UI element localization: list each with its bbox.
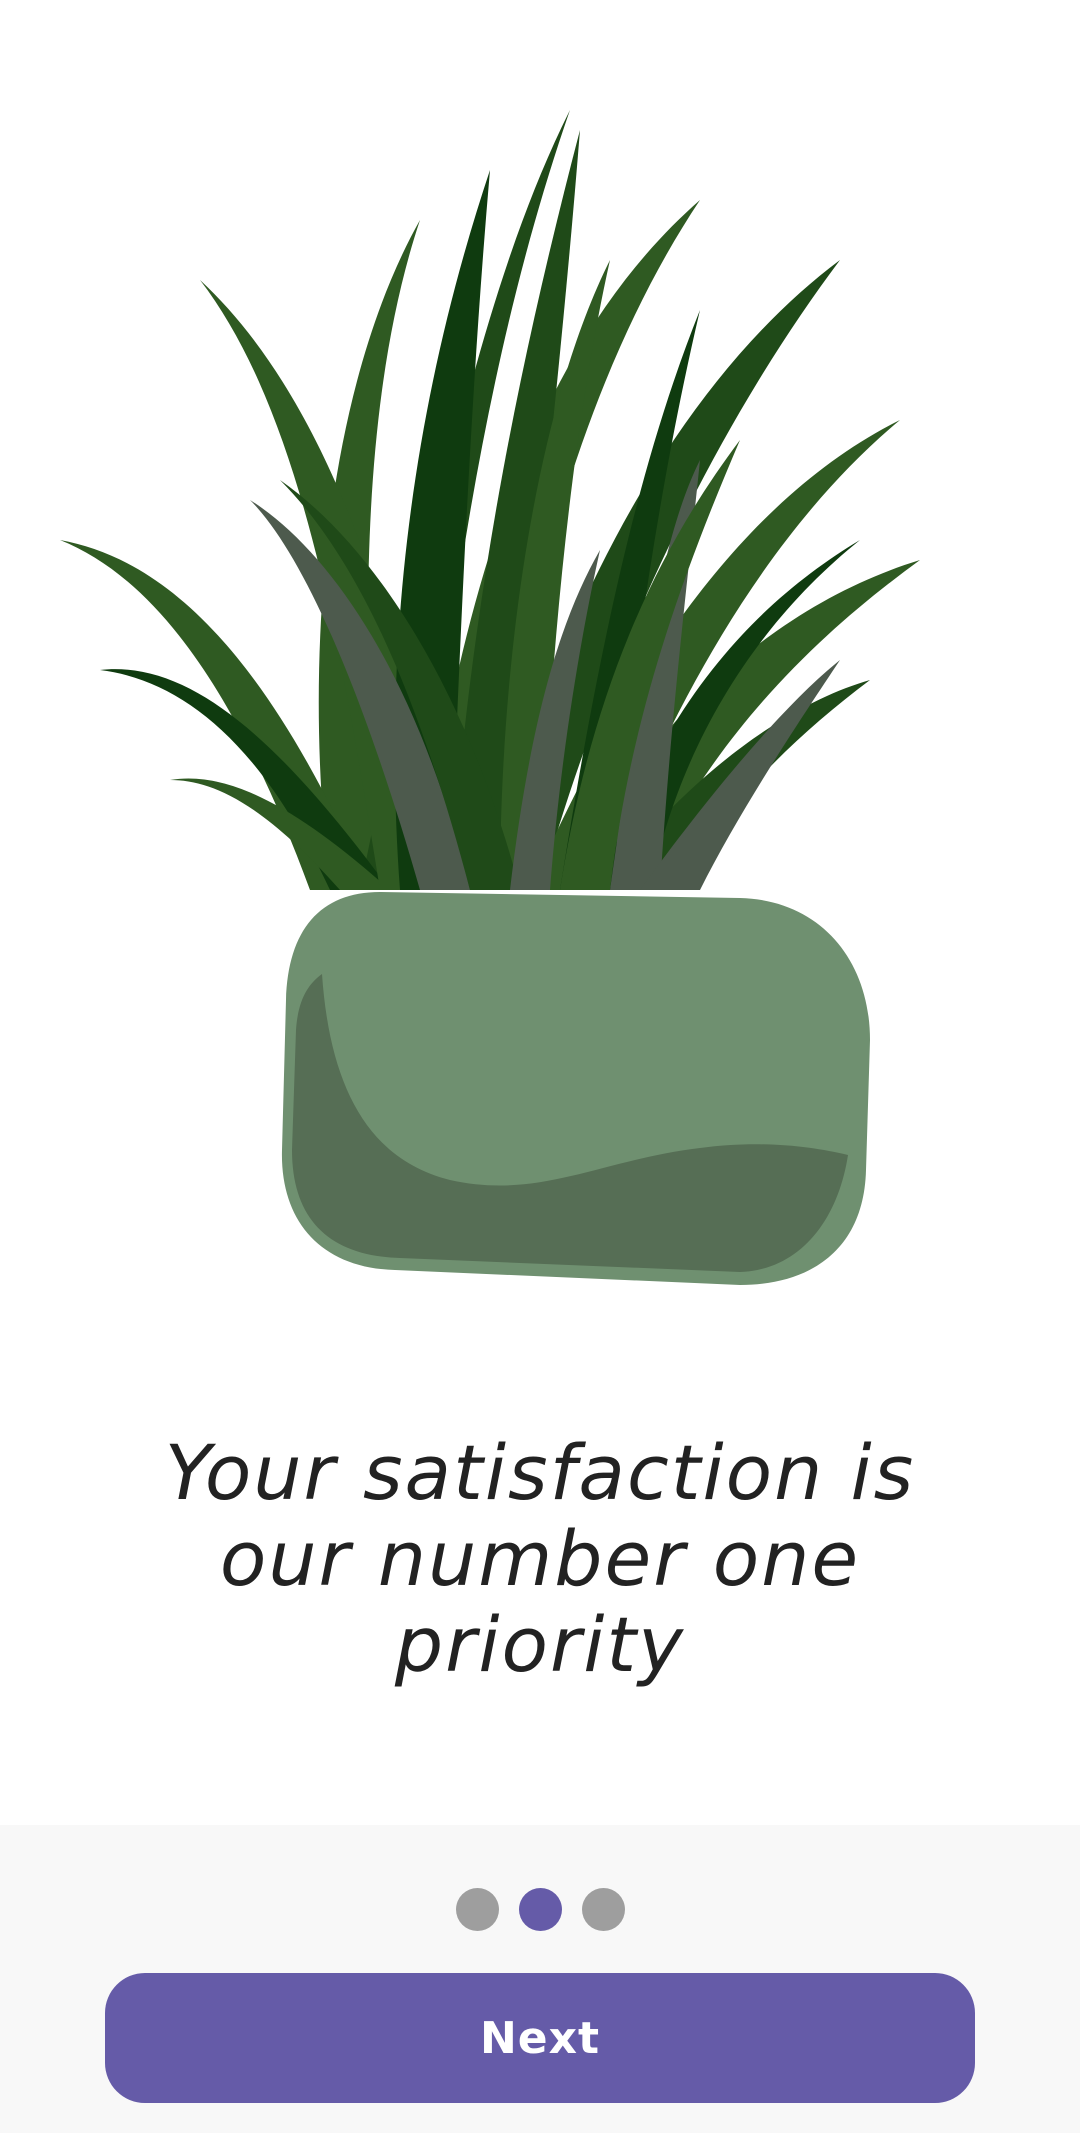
page-dot-1 [455,1888,499,1931]
page-indicator [0,1888,1080,1932]
potted-plant-icon [60,110,920,1285]
page-dot-3 [581,1888,625,1931]
onboarding-screen: Your satisfaction is our number one prio… [0,0,1080,2133]
plant-illustration [0,80,1080,1340]
bottom-bar: Next [0,1825,1080,2133]
page-dot-2-active [518,1888,562,1931]
next-button[interactable]: Next [105,1973,975,2103]
onboarding-headline: Your satisfaction is our number one prio… [164,1428,916,1689]
pot [281,892,870,1285]
